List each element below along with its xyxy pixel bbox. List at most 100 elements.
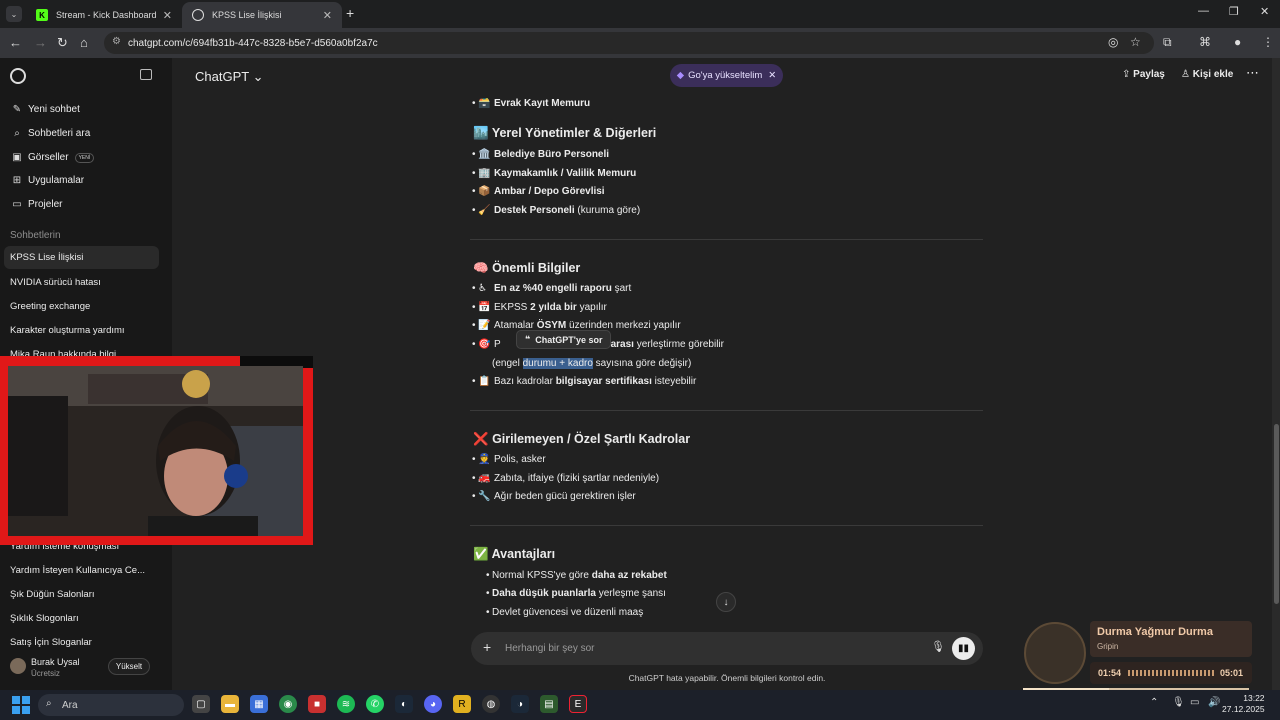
brain-icon: 🧠 xyxy=(473,261,489,275)
sidebar-item-new-chat[interactable]: ✎ Yeni sohbet xyxy=(10,104,80,115)
chat-item[interactable]: Şık Düğün Salonları xyxy=(10,589,160,600)
whatsapp-icon[interactable]: ✆ xyxy=(366,695,384,713)
sidebar-toggle-icon[interactable] xyxy=(140,69,152,80)
microphone-tray-icon[interactable]: 🎙 xyxy=(1172,697,1185,708)
profile-avatar-icon[interactable]: ● xyxy=(1234,35,1241,49)
more-options-icon[interactable]: ⋯ xyxy=(1246,65,1259,81)
browser-tab-chatgpt[interactable]: KPSS Lise İlişkisi ✕ xyxy=(182,2,342,28)
chat-item[interactable]: NVIDIA sürücü hatası xyxy=(10,277,160,288)
sparkle-icon: ◆ xyxy=(676,70,685,81)
steam-icon-2[interactable]: ◑ xyxy=(511,695,529,713)
sidebar-item-label: Görseller xyxy=(28,152,69,163)
section-heading: ✅ Avantajları xyxy=(473,547,555,562)
sidebar-item-search[interactable]: ⌕ Sohbetleri ara xyxy=(10,128,90,139)
item-text: Bazı kadrolar xyxy=(494,376,556,387)
extensions-icon[interactable]: ⧉ xyxy=(1163,35,1172,50)
spotify-icon[interactable]: ≋ xyxy=(337,695,355,713)
clock[interactable]: 13:22 27.12.2025 xyxy=(1222,693,1265,715)
chat-item[interactable]: Satış İçin Sloganlar xyxy=(10,637,160,648)
windows-start-icon[interactable] xyxy=(12,696,30,714)
site-info-icon[interactable]: ⚙ xyxy=(112,36,121,47)
item-text: EKPSS xyxy=(494,302,531,313)
network-icon[interactable]: ▭ xyxy=(1190,697,1199,708)
close-tab-icon[interactable]: ✕ xyxy=(163,9,172,22)
model-name: ChatGPT xyxy=(195,69,249,84)
chrome-icon[interactable]: ◉ xyxy=(279,695,297,713)
scroll-down-button[interactable]: ↓ xyxy=(716,592,736,612)
app-icon-2[interactable]: ▤ xyxy=(540,695,558,713)
bookmark-star-icon[interactable]: ☆ xyxy=(1130,35,1141,49)
list-item: 🗃️Evrak Kayıt Memuru xyxy=(472,98,590,109)
chat-item[interactable]: Yardım İsteyen Kullanıcıya Ce... xyxy=(10,565,160,576)
volume-icon[interactable]: 🔊 xyxy=(1208,697,1220,708)
chat-item[interactable]: KPSS Lise İlişkisi xyxy=(4,246,159,269)
list-item-continuation: (engel durumu + kadro sayısına göre deği… xyxy=(492,358,691,369)
chatgpt-logo-icon[interactable] xyxy=(10,68,26,84)
minimize-icon[interactable]: — xyxy=(1198,5,1209,17)
file-explorer-icon[interactable]: ▬ xyxy=(221,695,239,713)
close-icon[interactable]: ✕ xyxy=(768,70,776,81)
obs-icon[interactable]: ◍ xyxy=(482,695,500,713)
new-tab-icon[interactable]: + xyxy=(346,5,354,21)
close-tab-icon[interactable]: ✕ xyxy=(323,9,332,22)
chats-section-title: Sohbetlerin xyxy=(10,230,61,241)
upgrade-pill[interactable]: ◆ Go'ya yükseltelim ✕ xyxy=(670,64,783,87)
sidebar-item-projects[interactable]: ▭ Projeler xyxy=(10,199,62,210)
microphone-icon[interactable]: 🎙 xyxy=(931,640,945,653)
divider xyxy=(470,410,983,411)
list-item: 📦Ambar / Depo Görevlisi xyxy=(472,186,605,197)
add-person-button[interactable]: ♙ Kişi ekle xyxy=(1181,69,1233,80)
forward-icon[interactable]: → xyxy=(34,35,47,50)
app-icon[interactable]: ■ xyxy=(308,695,326,713)
model-selector[interactable]: ChatGPT ⌄ xyxy=(195,69,263,85)
address-bar[interactable]: ⚙ chatgpt.com/c/694fb31b-447c-8328-b5e7-… xyxy=(104,32,1154,54)
user-name: Burak Uysal xyxy=(31,657,80,667)
waveform-icon: ▮▮ xyxy=(957,643,969,654)
plus-icon[interactable]: + xyxy=(483,639,491,655)
home-icon[interactable]: ⌂ xyxy=(80,35,88,50)
fire-engine-icon: 🚒 xyxy=(478,473,491,484)
track-title: Durma Yağmur Durma xyxy=(1097,626,1213,638)
avatar xyxy=(10,658,26,674)
browser-tab-kick[interactable]: K Stream - Kick Dashboard ✕ xyxy=(26,2,182,28)
tab-title: KPSS Lise İlişkisi xyxy=(212,10,282,20)
taskbar-search[interactable]: ⌕ Ara xyxy=(38,694,184,716)
browser-menu-icon[interactable]: ⋮ xyxy=(1262,35,1274,49)
discord-icon[interactable]: ◕ xyxy=(424,695,442,713)
scrollbar-thumb[interactable] xyxy=(1274,424,1279,604)
clipboard-icon: 📋 xyxy=(478,376,491,387)
eye-off-icon[interactable]: ◎ xyxy=(1108,35,1118,49)
list-item: 📅EKPSS 2 yılda bir yapılır xyxy=(472,302,607,313)
sidebar-item-apps[interactable]: ⊞ Uygulamalar xyxy=(10,175,84,186)
tray-chevron-icon[interactable]: ⌃ xyxy=(1150,697,1158,708)
clock-date: 27.12.2025 xyxy=(1222,704,1265,714)
tab-list-icon[interactable]: ⌄ xyxy=(6,6,22,22)
close-window-icon[interactable]: ✕ xyxy=(1260,5,1269,18)
chat-item[interactable]: Şıklık Slogonları xyxy=(10,613,160,624)
sidebar-item-images[interactable]: ▣ Görseller YENİ xyxy=(10,152,95,163)
restore-icon[interactable]: ❐ xyxy=(1229,5,1239,18)
epic-games-icon[interactable]: E xyxy=(569,695,587,713)
steam-icon[interactable]: ◐ xyxy=(395,695,413,713)
user-profile[interactable]: Burak Uysal Ücretsiz Yükselt xyxy=(0,652,172,690)
task-view-icon[interactable]: ▢ xyxy=(192,695,210,713)
selected-text[interactable]: durumu + kadro xyxy=(522,358,593,369)
wheelchair-icon: ♿ xyxy=(478,283,487,294)
broom-icon: 🧹 xyxy=(478,205,491,216)
reload-icon[interactable]: ↻ xyxy=(57,35,68,51)
composer[interactable]: + 🎙 ▮▮ xyxy=(471,632,983,665)
translate-icon[interactable]: ⌘ xyxy=(1199,35,1211,49)
back-icon[interactable]: ← xyxy=(9,35,22,50)
item-text: Normal KPSS'ye göre xyxy=(492,570,592,581)
share-button[interactable]: ⇪ Paylaş xyxy=(1122,69,1165,80)
item-text: Devlet güvencesi ve düzenli maaş xyxy=(492,607,644,618)
ask-chatgpt-tooltip[interactable]: ❝ ChatGPT'ye sor xyxy=(516,330,612,349)
chat-item[interactable]: Greeting exchange xyxy=(10,301,160,312)
track-artist: Gripin xyxy=(1097,642,1119,651)
rockstar-icon[interactable]: R xyxy=(453,695,471,713)
chat-item[interactable]: Karakter oluşturma yardımı xyxy=(10,325,160,336)
heading-text: Yerel Yönetimler & Diğerleri xyxy=(491,126,657,140)
store-icon[interactable]: ▦ xyxy=(250,695,268,713)
prompt-input[interactable] xyxy=(505,638,915,658)
voice-mode-button[interactable]: ▮▮ xyxy=(952,637,975,660)
